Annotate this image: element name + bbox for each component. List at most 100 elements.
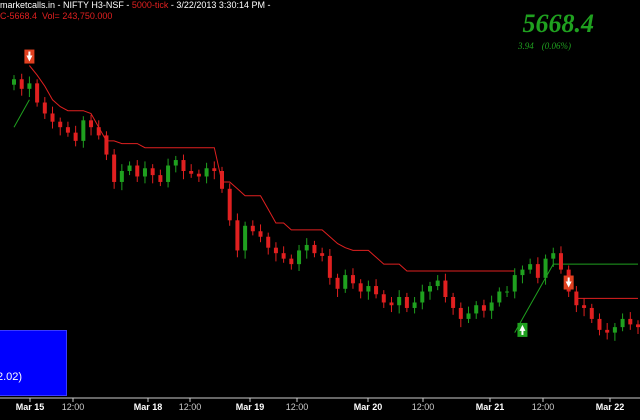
signal-arrows	[24, 49, 574, 337]
candle-body	[73, 132, 78, 141]
candle-body	[374, 286, 379, 295]
candle-body	[412, 302, 417, 308]
candle-body	[142, 168, 147, 177]
candle-body	[420, 291, 425, 303]
overlay-text: 2.02)	[0, 371, 23, 383]
candle-body	[42, 102, 47, 114]
candle-body	[389, 302, 394, 306]
candle-body	[358, 283, 363, 292]
candles	[12, 73, 640, 341]
candle-body	[65, 127, 70, 133]
candle-body	[551, 253, 556, 259]
stop-lines	[13, 65, 638, 333]
candle-body	[81, 120, 86, 141]
candle-body	[528, 264, 533, 270]
candle-body	[628, 318, 633, 325]
candle-body	[135, 165, 140, 177]
candle-body	[327, 255, 332, 278]
candle-body	[636, 324, 640, 328]
candle-body	[258, 231, 263, 237]
candle-body	[227, 188, 232, 221]
candle-body	[366, 286, 371, 292]
x-tick-label: 12:00	[532, 402, 555, 412]
candle-body	[150, 168, 155, 176]
buy-arrow-icon	[517, 322, 528, 337]
candle-body	[289, 258, 294, 265]
candle-body	[304, 244, 309, 251]
candle-body	[350, 275, 355, 284]
sell-arrow-icon	[24, 49, 35, 64]
candle-body	[312, 244, 317, 254]
candle-body	[181, 160, 186, 171]
candle-body	[605, 329, 610, 333]
stop-line-below	[13, 99, 638, 333]
candle-body	[520, 269, 525, 276]
x-tick-label: 12:00	[286, 402, 309, 412]
candle-body	[397, 297, 402, 306]
candle-body	[512, 275, 517, 292]
x-tick-label: Mar 20	[354, 402, 383, 412]
candle-body	[505, 291, 510, 293]
candle-body	[597, 318, 602, 330]
candle-body	[428, 286, 432, 292]
candle-body	[343, 275, 348, 289]
overlay-box[interactable]: 2.02)	[0, 330, 67, 396]
candle-body	[474, 305, 479, 314]
candle-body	[12, 79, 16, 85]
candle-body	[451, 297, 456, 308]
candle-body	[443, 280, 448, 297]
candle-body	[481, 305, 486, 311]
candle-body	[320, 253, 325, 256]
candle-body	[243, 225, 248, 251]
candle-body	[196, 173, 201, 177]
candle-body	[620, 318, 625, 328]
candle-body	[297, 250, 302, 265]
candlestick-chart[interactable]: Mar 15 12:00 Mar 18 12:00 Mar 19 12:00 Mar 20 1…	[0, 0, 640, 420]
x-tick-label: 12:00	[62, 402, 85, 412]
candle-body	[212, 168, 217, 171]
candle-body	[582, 305, 587, 308]
candle-body	[558, 253, 563, 270]
candle-body	[112, 154, 117, 182]
candle-body	[435, 280, 440, 287]
x-tick-label: 12:00	[179, 402, 202, 412]
candle-body	[104, 135, 109, 155]
candle-body	[173, 160, 178, 166]
candle-body	[127, 165, 132, 171]
candle-body	[458, 307, 463, 319]
x-tick-label: 12:00	[412, 402, 435, 412]
candle-body	[189, 171, 194, 174]
candle-body	[158, 175, 163, 182]
candle-body	[489, 302, 494, 311]
candle-body	[96, 127, 101, 136]
candle-body	[404, 297, 409, 308]
candle-body	[612, 327, 617, 333]
x-tick-label: Mar 18	[134, 402, 163, 412]
candle-body	[35, 83, 40, 103]
candle-body	[466, 313, 471, 319]
sell-arrow-icon	[563, 275, 574, 290]
candle-body	[497, 291, 502, 303]
x-tick-label: Mar 22	[596, 402, 625, 412]
candle-body	[535, 264, 540, 278]
candle-body	[50, 113, 55, 122]
candle-body	[574, 291, 579, 306]
candle-body	[250, 225, 255, 232]
candle-body	[27, 83, 32, 89]
candle-body	[220, 171, 224, 189]
candle-body	[281, 253, 286, 259]
x-tick-label: Mar 19	[236, 402, 265, 412]
candle-body	[266, 236, 271, 248]
candle-body	[381, 294, 386, 303]
candle-body	[589, 307, 594, 319]
candle-body	[543, 258, 548, 278]
candle-body	[166, 165, 171, 182]
candle-body	[58, 121, 63, 128]
x-tick-label: Mar 15	[16, 402, 45, 412]
candle-body	[19, 79, 24, 89]
candle-body	[204, 168, 209, 177]
candle-body	[119, 171, 124, 182]
candle-body	[89, 120, 94, 128]
x-tick-label: Mar 21	[476, 402, 505, 412]
candle-body	[235, 220, 240, 251]
